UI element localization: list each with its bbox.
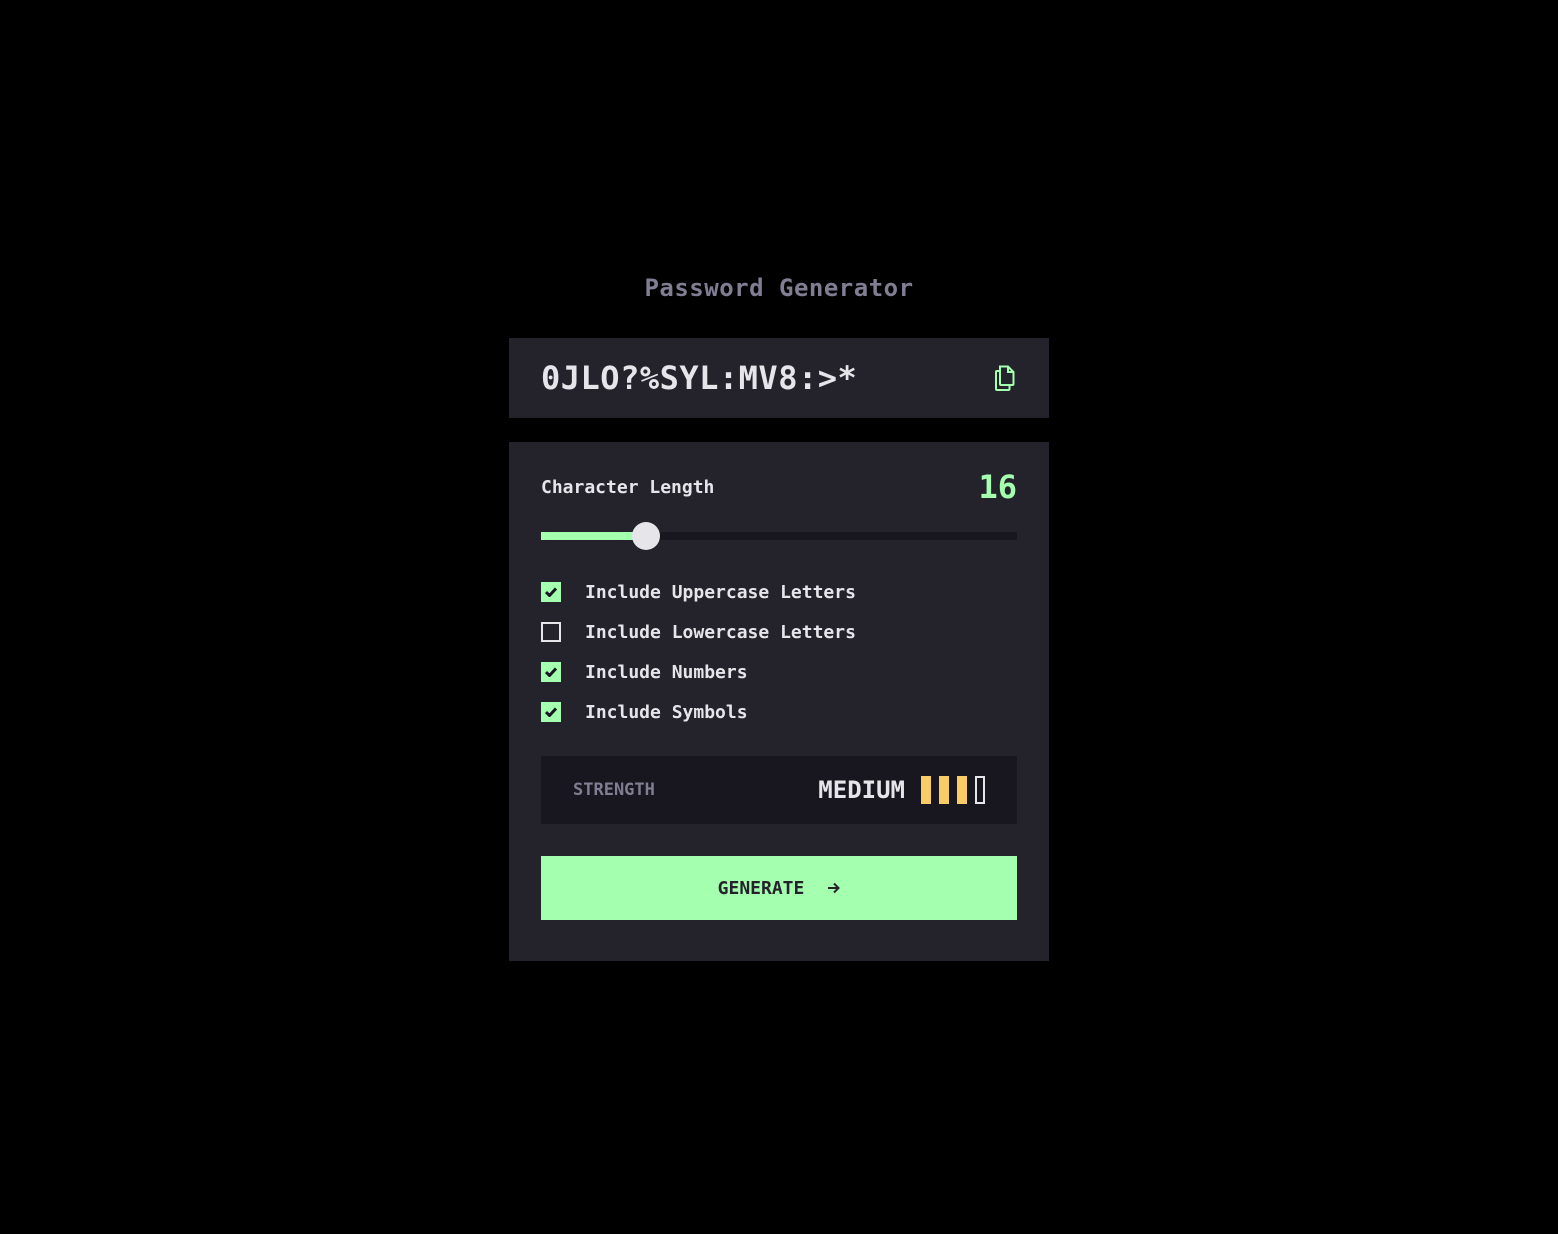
strength-label: STRENGTH <box>573 780 655 800</box>
check-icon <box>545 707 557 717</box>
character-length-row: Character Length 16 <box>541 468 1017 506</box>
lowercase-label: Include Lowercase Letters <box>585 621 856 643</box>
strength-indicator: MEDIUM <box>818 776 985 804</box>
strength-bar <box>921 776 931 804</box>
strength-meter: STRENGTH MEDIUM <box>541 756 1017 824</box>
slider-thumb[interactable] <box>631 522 660 550</box>
option-lowercase[interactable]: Include Lowercase Letters <box>541 621 856 643</box>
generate-label: GENERATE <box>717 877 805 899</box>
option-numbers[interactable]: Include Numbers <box>541 661 856 683</box>
generate-button[interactable]: GENERATE <box>541 856 1017 920</box>
strength-bar <box>939 776 949 804</box>
option-uppercase[interactable]: Include Uppercase Letters <box>541 581 856 603</box>
strength-bar <box>957 776 967 804</box>
settings-panel: Character Length 16 Include Uppercase Le… <box>509 442 1049 961</box>
strength-value: MEDIUM <box>818 776 905 804</box>
generated-password: 0JLO?%SYL:MV8:>* <box>541 359 858 397</box>
check-icon <box>545 667 557 677</box>
copy-icon-graphic <box>995 365 1015 391</box>
strength-bars <box>913 776 985 804</box>
numbers-label: Include Numbers <box>585 661 748 683</box>
password-display: 0JLO?%SYL:MV8:>* <box>509 338 1049 418</box>
symbols-label: Include Symbols <box>585 701 748 723</box>
character-length-label: Character Length <box>541 476 715 498</box>
option-symbols[interactable]: Include Symbols <box>541 701 856 723</box>
symbols-checkbox[interactable] <box>541 702 561 722</box>
slider-fill <box>541 532 646 540</box>
options-list: Include Uppercase Letters Include Lowerc… <box>541 582 856 742</box>
uppercase-checkbox[interactable] <box>541 582 561 602</box>
check-icon <box>545 587 557 597</box>
strength-bar <box>975 776 985 804</box>
character-length-slider[interactable] <box>541 522 1017 550</box>
arrow-right-icon <box>828 882 841 894</box>
numbers-checkbox[interactable] <box>541 662 561 682</box>
page-title: Password Generator <box>644 274 914 302</box>
character-length-value: 16 <box>978 468 1017 506</box>
uppercase-label: Include Uppercase Letters <box>585 581 856 603</box>
lowercase-checkbox[interactable] <box>541 622 561 642</box>
copy-icon[interactable] <box>993 364 1017 392</box>
